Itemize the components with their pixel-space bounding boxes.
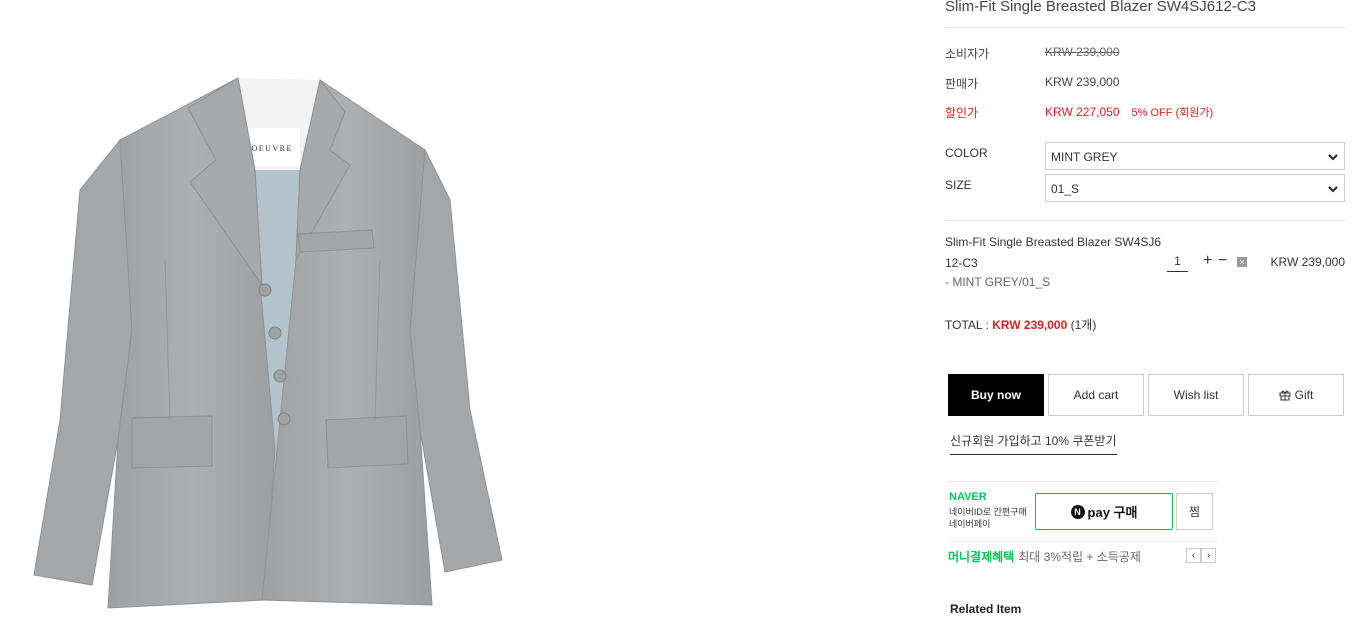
wish-list-button[interactable]: Wish list bbox=[1148, 374, 1244, 416]
add-cart-button[interactable]: Add cart bbox=[1048, 374, 1144, 416]
product-title: Slim-Fit Single Breasted Blazer SW4SJ612… bbox=[945, 0, 1256, 15]
color-select-value: MINT GREY bbox=[1051, 150, 1118, 164]
naver-pay-box: NAVER 네이버ID로 간편구매 네이버페이 N pay 구매 찜 머니결제혜… bbox=[948, 481, 1218, 566]
quantity-input[interactable]: 1 bbox=[1167, 254, 1188, 272]
naver-pay-buy-button[interactable]: N pay 구매 bbox=[1035, 493, 1173, 530]
selected-item-option: - MINT GREY/01_S bbox=[945, 275, 1051, 289]
sale-price-value: KRW 239,000 bbox=[1045, 75, 1120, 89]
naver-benefit-title: 머니결제혜택 bbox=[948, 550, 1015, 564]
total-count: (1개) bbox=[1070, 318, 1097, 332]
chevron-left-icon[interactable]: ‹ bbox=[1186, 548, 1201, 563]
color-label: COLOR bbox=[945, 146, 988, 160]
size-label: SIZE bbox=[945, 178, 972, 192]
divider bbox=[945, 27, 1345, 28]
gift-icon bbox=[1279, 390, 1291, 401]
close-icon[interactable]: × bbox=[1237, 257, 1247, 267]
chevron-down-icon bbox=[1328, 186, 1338, 193]
color-select[interactable]: MINT GREY bbox=[1045, 142, 1345, 170]
discount-note: 5% OFF (회원가) bbox=[1131, 107, 1214, 119]
selected-item: Slim-Fit Single Breasted Blazer SW4SJ6 1… bbox=[945, 232, 1345, 292]
total-price: TOTAL : KRW 239,000 (1개) bbox=[945, 318, 1097, 332]
chevron-down-icon bbox=[1328, 154, 1338, 161]
related-item-title: Related Item bbox=[950, 602, 1022, 616]
quantity-increase-button[interactable]: + bbox=[1203, 252, 1212, 270]
coupon-signup-link[interactable]: 신규회원 가입하고 10% 쿠폰받기 bbox=[950, 432, 1117, 455]
buy-now-button[interactable]: Buy now bbox=[948, 374, 1044, 416]
blazer-illustration: LOEUVRE bbox=[33, 77, 503, 609]
selected-item-name: Slim-Fit Single Breasted Blazer SW4SJ6 1… bbox=[945, 235, 1162, 270]
divider bbox=[945, 220, 1345, 221]
chevron-right-icon[interactable]: › bbox=[1201, 548, 1216, 563]
size-select[interactable]: 01_S bbox=[1045, 174, 1345, 202]
discount-price-value: KRW 227,050 bbox=[1045, 105, 1120, 119]
npay-icon: N bbox=[1070, 504, 1085, 519]
size-select-value: 01_S bbox=[1051, 182, 1080, 196]
quantity-decrease-button[interactable]: − bbox=[1218, 252, 1227, 270]
color-option-row: COLOR MINT GREY bbox=[945, 142, 1345, 170]
sale-price-label: 판매가 bbox=[945, 77, 979, 91]
gift-button[interactable]: Gift bbox=[1248, 374, 1344, 416]
consumer-price-value: KRW 239,000 bbox=[1045, 45, 1120, 59]
consumer-price-label: 소비자가 bbox=[945, 47, 990, 61]
naver-benefit-desc: 최대 3%적립 + 소득공제 bbox=[1018, 550, 1141, 564]
naver-description: 네이버ID로 간편구매 네이버페이 bbox=[949, 507, 1027, 529]
naver-benefit: 머니결제혜택 최대 3%적립 + 소득공제 ‹ › bbox=[948, 541, 1218, 565]
brand-label: LOEUVRE bbox=[245, 144, 293, 153]
size-option-row: SIZE 01_S bbox=[945, 174, 1345, 202]
total-price-value: KRW 239,000 bbox=[992, 318, 1068, 332]
naver-logo: NAVER bbox=[949, 491, 987, 503]
discount-price-label: 할인가 bbox=[945, 106, 979, 120]
selected-item-price: KRW 239,000 bbox=[1270, 255, 1346, 269]
product-image: LOEUVRE bbox=[0, 0, 560, 617]
naver-zzim-button[interactable]: 찜 bbox=[1176, 493, 1213, 530]
